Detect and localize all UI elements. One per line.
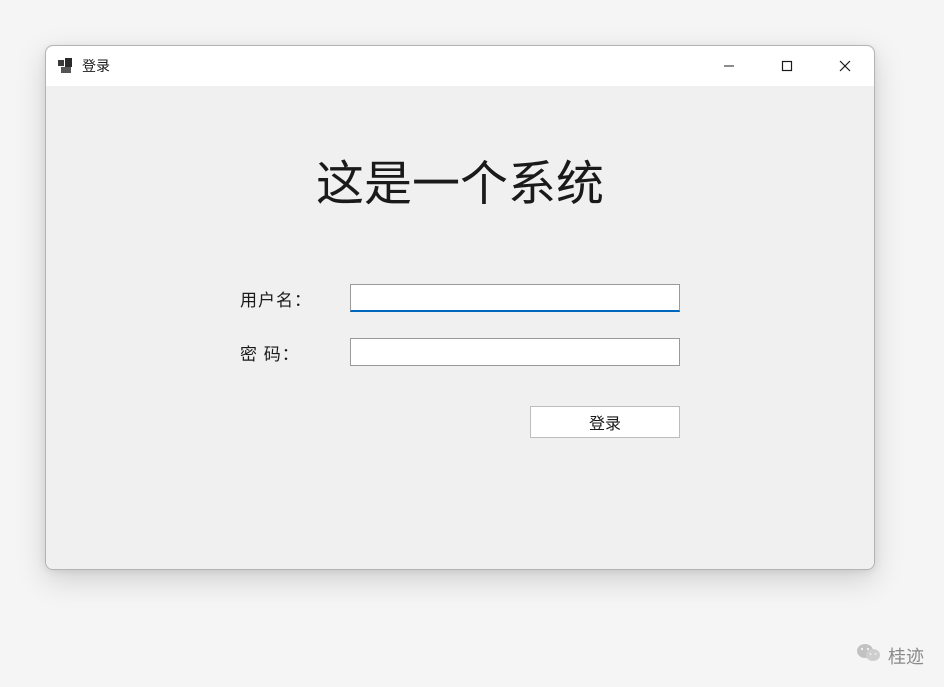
- username-row: 用户名：: [240, 284, 680, 312]
- client-area: 这是一个系统 用户名： 密 码： 登录: [46, 86, 874, 569]
- watermark: 桂迹: [856, 642, 924, 669]
- password-label: 密 码：: [240, 340, 350, 365]
- button-row: 登录: [240, 406, 680, 438]
- maximize-icon: [781, 60, 793, 72]
- window-title: 登录: [82, 56, 700, 76]
- close-button[interactable]: [816, 46, 874, 86]
- app-icon: [58, 58, 74, 74]
- window-controls: [700, 46, 874, 86]
- page-title: 这是一个系统: [46, 144, 874, 214]
- password-row: 密 码：: [240, 338, 680, 366]
- username-label: 用户名：: [240, 286, 350, 311]
- wechat-icon: [856, 642, 882, 669]
- login-window: 登录 这是一个系统 用户名：: [45, 45, 875, 570]
- username-input[interactable]: [350, 284, 680, 312]
- close-icon: [839, 60, 851, 72]
- login-button[interactable]: 登录: [530, 406, 680, 438]
- minimize-icon: [723, 60, 735, 72]
- password-input[interactable]: [350, 338, 680, 366]
- minimize-button[interactable]: [700, 46, 758, 86]
- titlebar[interactable]: 登录: [46, 46, 874, 86]
- watermark-text: 桂迹: [888, 643, 924, 669]
- maximize-button[interactable]: [758, 46, 816, 86]
- login-form: 用户名： 密 码： 登录: [240, 284, 680, 438]
